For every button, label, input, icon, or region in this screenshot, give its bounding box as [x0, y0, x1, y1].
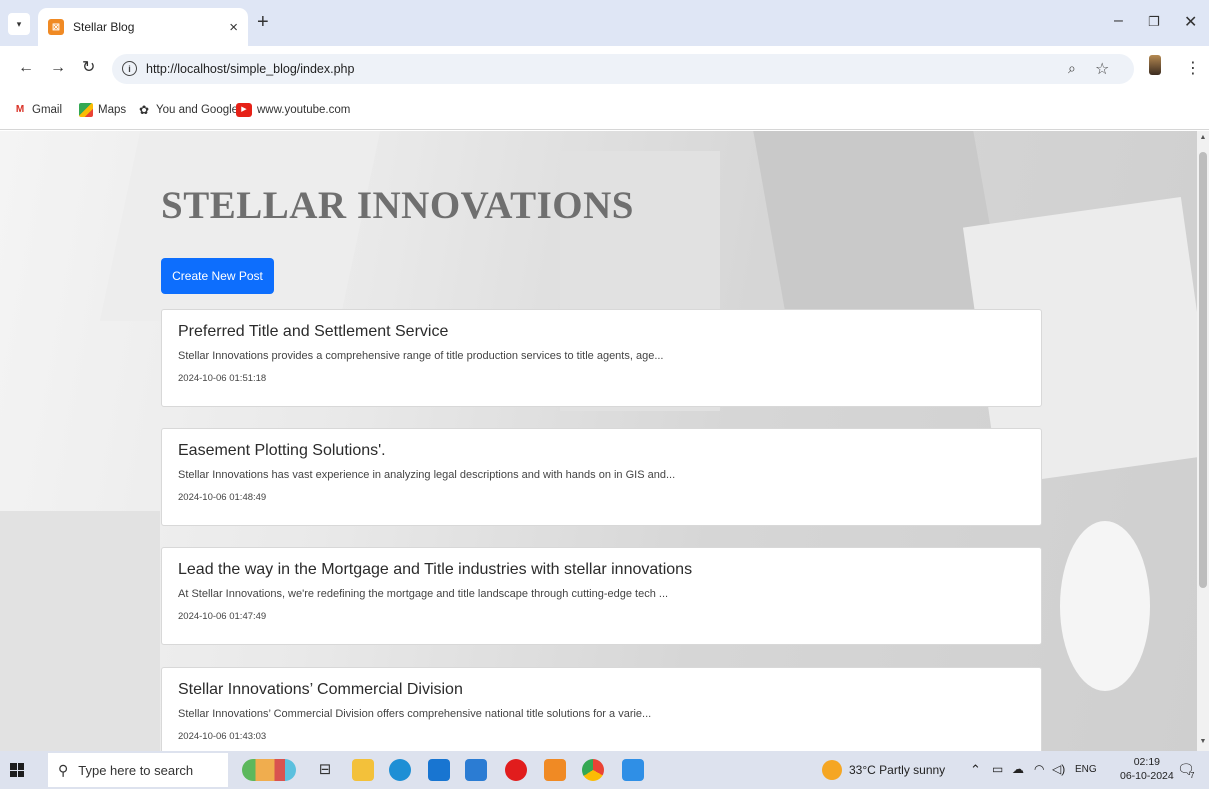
- close-window-icon[interactable]: ✕: [1184, 12, 1197, 32]
- url-text[interactable]: http://localhost/simple_blog/index.php: [146, 62, 354, 76]
- bookmark-star-icon[interactable]: ☆: [1095, 59, 1109, 79]
- onedrive-icon[interactable]: ☁: [1012, 762, 1024, 776]
- menu-kebab-icon[interactable]: ⋮: [1185, 58, 1201, 78]
- tab-title: Stellar Blog: [73, 20, 135, 34]
- wifi-icon[interactable]: ◠: [1034, 762, 1044, 776]
- clock[interactable]: 02:19 06-10-2024: [1120, 755, 1174, 783]
- edge-icon[interactable]: [389, 759, 411, 781]
- search-placeholder: Type here to search: [78, 762, 194, 778]
- opera-icon[interactable]: [505, 759, 527, 781]
- minimize-icon[interactable]: –: [1114, 12, 1123, 30]
- speaker-icon[interactable]: ◁): [1052, 762, 1065, 776]
- create-new-post-button[interactable]: Create New Post: [161, 258, 274, 294]
- bookmark-label: Gmail: [32, 104, 63, 116]
- post-date: 2024-10-06 01:43:03: [178, 731, 267, 742]
- restore-icon[interactable]: ❐: [1148, 14, 1160, 30]
- balloons-widget-icon[interactable]: [242, 759, 296, 781]
- reload-icon[interactable]: ↻: [82, 60, 95, 76]
- tray-chevron-icon[interactable]: ⌃: [970, 762, 981, 778]
- post-excerpt: Stellar Innovations’ Commercial Division…: [178, 708, 652, 720]
- post-excerpt: At Stellar Innovations, we're redefining…: [178, 588, 669, 600]
- bookmarks-bar: M Gmail Maps ✿ You and Google ▶ www.yout…: [0, 92, 1209, 130]
- maps-icon: [79, 103, 93, 117]
- windows-start-icon[interactable]: [10, 763, 24, 777]
- scroll-thumb[interactable]: [1199, 152, 1207, 588]
- clock-date: 06-10-2024: [1120, 770, 1174, 782]
- site-title: STELLAR INNOVATIONS: [161, 184, 634, 227]
- browser-toolbar: ← → ↻ i http://localhost/simple_blog/ind…: [0, 46, 1209, 92]
- chrome-icon[interactable]: [582, 759, 604, 781]
- gmail-icon: M: [15, 104, 25, 115]
- bookmark-gmail[interactable]: M Gmail: [13, 103, 62, 117]
- page-viewport: STELLAR INNOVATIONS Create New Post Pref…: [0, 131, 1197, 751]
- taskbar: ⚲ Type here to search ⊟ 33°C Partly sunn…: [0, 751, 1209, 789]
- post-date: 2024-10-06 01:51:18: [178, 373, 267, 384]
- profile-avatar-icon[interactable]: [1149, 55, 1161, 75]
- youtube-icon: ▶: [236, 103, 252, 117]
- tab-stellar-blog[interactable]: ⊠ Stellar Blog ×: [38, 8, 248, 46]
- store-icon[interactable]: [465, 759, 487, 781]
- background-shape: [0, 511, 160, 751]
- tab-search-icon[interactable]: ▾: [8, 13, 30, 35]
- vscode-icon[interactable]: [622, 759, 644, 781]
- bookmark-you-and-google[interactable]: ✿ You and Google: [137, 103, 238, 117]
- post-card[interactable]: Easement Plotting Solutions'. Stellar In…: [161, 428, 1042, 526]
- zoom-icon[interactable]: ⌕: [1068, 60, 1076, 77]
- mail-icon[interactable]: [428, 759, 450, 781]
- task-view-icon[interactable]: ⊟: [314, 759, 336, 781]
- gear-icon: ✿: [138, 103, 150, 117]
- post-date: 2024-10-06 01:48:49: [178, 492, 267, 503]
- language-indicator[interactable]: ENG: [1075, 764, 1097, 775]
- clock-time: 02:19: [1133, 756, 1160, 768]
- address-bar[interactable]: i http://localhost/simple_blog/index.php…: [112, 54, 1134, 84]
- post-title[interactable]: Stellar Innovations’ Commercial Division: [178, 681, 1041, 699]
- file-explorer-icon[interactable]: [352, 759, 374, 781]
- post-excerpt: Stellar Innovations has vast experience …: [178, 469, 676, 481]
- favicon-icon: ⊠: [48, 19, 64, 35]
- vertical-scrollbar[interactable]: ▲ ▼: [1197, 131, 1209, 751]
- post-card[interactable]: Preferred Title and Settlement Service S…: [161, 309, 1042, 407]
- bookmark-label: www.youtube.com: [257, 104, 351, 116]
- bookmark-youtube[interactable]: ▶ www.youtube.com: [236, 103, 350, 117]
- weather-text[interactable]: 33°C Partly sunny: [849, 763, 945, 777]
- network-icon[interactable]: ▭: [992, 762, 1003, 776]
- taskbar-search-box[interactable]: ⚲ Type here to search: [48, 753, 228, 787]
- tab-strip: ▾ ⊠ Stellar Blog × + – ❐ ✕: [0, 0, 1209, 46]
- xampp-icon[interactable]: [544, 759, 566, 781]
- background-shape: [1060, 521, 1150, 691]
- bookmark-maps[interactable]: Maps: [79, 103, 126, 117]
- post-date: 2024-10-06 01:47:49: [178, 611, 267, 622]
- bookmark-label: Maps: [98, 104, 127, 116]
- scroll-down-icon[interactable]: ▼: [1197, 738, 1209, 745]
- search-icon: ⚲: [58, 761, 69, 778]
- weather-icon[interactable]: [822, 760, 842, 780]
- back-icon[interactable]: ←: [18, 60, 34, 76]
- post-title[interactable]: Preferred Title and Settlement Service: [178, 323, 1041, 341]
- scroll-up-icon[interactable]: ▲: [1197, 134, 1209, 141]
- bookmark-label: You and Google: [156, 104, 239, 116]
- post-card[interactable]: Stellar Innovations’ Commercial Division…: [161, 667, 1042, 751]
- new-tab-icon[interactable]: +: [257, 12, 269, 32]
- notification-count: 7: [1190, 771, 1195, 780]
- post-title[interactable]: Lead the way in the Mortgage and Title i…: [178, 561, 1041, 579]
- forward-icon[interactable]: →: [50, 60, 66, 76]
- site-info-icon[interactable]: i: [122, 61, 137, 76]
- post-excerpt: Stellar Innovations provides a comprehen…: [178, 350, 664, 362]
- tab-close-icon[interactable]: ×: [229, 19, 238, 36]
- post-card[interactable]: Lead the way in the Mortgage and Title i…: [161, 547, 1042, 645]
- post-title[interactable]: Easement Plotting Solutions'.: [178, 442, 1041, 460]
